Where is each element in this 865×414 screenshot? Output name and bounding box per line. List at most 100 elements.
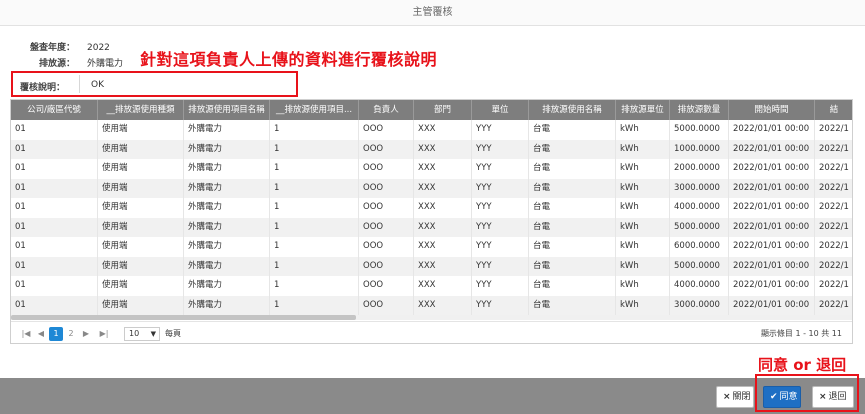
table-cell: 外購電力 [184,256,270,276]
table-cell: 2022/1 [815,237,852,257]
table-cell: 01 [11,120,98,140]
column-header[interactable]: 結 [815,100,852,120]
table-cell: 1 [270,276,359,296]
table-row[interactable]: 01 使用端 外購電力 1 OOO XXX YYY 台電 kWh 5000.0000 2022/01… [11,217,852,237]
table-cell: YYY [472,120,529,140]
table-cell: kWh [616,198,670,218]
table-cell: 外購電力 [184,159,270,179]
table-cell: 2022/01/01 00:00 [729,198,815,218]
table-cell: XXX [414,237,472,257]
table-cell: 1 [270,217,359,237]
remark-field[interactable]: 覆核說明： OK [11,71,298,97]
table-cell: 01 [11,276,98,296]
table-cell: 1 [270,178,359,198]
table-cell: 外購電力 [184,217,270,237]
data-grid: 公司/廠區代號 __排放源使用種類 排放源使用項目名稱 __排放源使用項目... 負責人… [10,99,853,344]
table-cell: XXX [414,120,472,140]
column-header[interactable]: 單位 [472,100,529,120]
table-cell: kWh [616,256,670,276]
column-header[interactable]: 排放源使用項目名稱 [184,100,270,120]
remark-label: 覆核說明： [20,83,66,93]
column-header[interactable]: __排放源使用種類 [98,100,184,120]
table-cell: YYY [472,276,529,296]
table-cell: YYY [472,295,529,315]
column-header[interactable]: 排放源單位 [616,100,670,120]
table-cell: 2022/01/01 00:00 [729,295,815,315]
first-page-icon[interactable]: |◀ [19,327,33,341]
table-cell: 1 [270,295,359,315]
table-cell: 01 [11,178,98,198]
table-cell: 使用端 [98,139,184,159]
column-header[interactable]: 開始時間 [729,100,815,120]
table-cell: kWh [616,139,670,159]
table-cell: OOO [359,159,414,179]
table-cell: XXX [414,295,472,315]
column-header[interactable]: 排放源使用名稱 [529,100,616,120]
table-cell: OOO [359,139,414,159]
remark-input[interactable]: OK [91,80,104,90]
table-row[interactable]: 01 使用端 外購電力 1 OOO XXX YYY 台電 kWh 5000.0000 2022/01… [11,120,852,140]
table-cell: 2022/01/01 00:00 [729,120,815,140]
column-header[interactable]: 負責人 [359,100,414,120]
table-cell: XXX [414,276,472,296]
prev-page-icon[interactable]: ◀ [34,327,48,341]
grid-header: 公司/廠區代號 __排放源使用種類 排放源使用項目名稱 __排放源使用項目... 負責人… [11,100,852,120]
table-row[interactable]: 01 使用端 外購電力 1 OOO XXX YYY 台電 kWh 1000.0000 2022/01… [11,139,852,159]
table-cell: OOO [359,178,414,198]
table-row[interactable]: 01 使用端 外購電力 1 OOO XXX YYY 台電 kWh 5000.0000 2022/01… [11,256,852,276]
table-cell: 台電 [529,120,616,140]
table-cell: 2022/01/01 00:00 [729,159,815,179]
table-cell: 使用端 [98,295,184,315]
table-cell: kWh [616,178,670,198]
table-cell: 1 [270,139,359,159]
table-cell: 1000.0000 [670,139,729,159]
column-header[interactable]: 部門 [414,100,472,120]
table-cell: 2022/01/01 00:00 [729,139,815,159]
table-cell: 外購電力 [184,237,270,257]
dialog-title: 主管覆核 [0,0,865,26]
table-row[interactable]: 01 使用端 外購電力 1 OOO XXX YYY 台電 kWh 2000.0000 2022/01… [11,159,852,179]
buttons-annotation: 同意 or 退回 [758,356,847,374]
table-cell: kWh [616,120,670,140]
table-cell: 使用端 [98,256,184,276]
table-row[interactable]: 01 使用端 外購電力 1 OOO XXX YYY 台電 kWh 4000.0000 2022/01… [11,198,852,218]
table-cell: XXX [414,198,472,218]
close-button[interactable]: × 關閉 [716,386,754,408]
table-cell: YYY [472,139,529,159]
table-cell: 台電 [529,295,616,315]
page-size-value: 10 [129,329,140,338]
table-row[interactable]: 01 使用端 外購電力 1 OOO XXX YYY 台電 kWh 4000.0000 2022/01… [11,276,852,296]
last-page-icon[interactable]: ▶| [97,327,111,341]
table-cell: XXX [414,159,472,179]
table-cell: OOO [359,295,414,315]
remark-annotation: 針對這項負責人上傳的資料進行覆核說明 [140,50,438,69]
table-cell: 台電 [529,178,616,198]
source-label: 排放源： [38,59,75,69]
scrollbar-thumb[interactable] [11,315,356,320]
table-cell: kWh [616,217,670,237]
table-cell: OOO [359,276,414,296]
page-2-button[interactable]: 2 [64,327,78,341]
column-header[interactable]: 公司/廠區代號 [11,100,98,120]
close-label: 關閉 [732,392,751,402]
table-cell: XXX [414,256,472,276]
table-cell: 台電 [529,276,616,296]
table-cell: OOO [359,217,414,237]
horizontal-scrollbar[interactable] [11,315,852,320]
table-cell: 台電 [529,139,616,159]
table-row[interactable]: 01 使用端 外購電力 1 OOO XXX YYY 台電 kWh 3000.0000 2022/01… [11,295,852,315]
year-label: 盤查年度： [29,43,75,53]
table-row[interactable]: 01 使用端 外購電力 1 OOO XXX YYY 台電 kWh 3000.0000 2022/01… [11,178,852,198]
table-cell: 4000.0000 [670,198,729,218]
page-size-select[interactable]: 10 ▼ [124,327,160,341]
table-cell: 01 [11,237,98,257]
column-header[interactable]: __排放源使用項目... [270,100,359,120]
table-cell: 台電 [529,198,616,218]
next-page-icon[interactable]: ▶ [79,327,93,341]
table-row[interactable]: 01 使用端 外購電力 1 OOO XXX YYY 台電 kWh 6000.0000 2022/01… [11,237,852,257]
table-cell: 01 [11,198,98,218]
page-1-button[interactable]: 1 [49,327,63,341]
column-header[interactable]: 排放源數量 [670,100,729,120]
table-cell: 外購電力 [184,178,270,198]
table-cell: 3000.0000 [670,295,729,315]
